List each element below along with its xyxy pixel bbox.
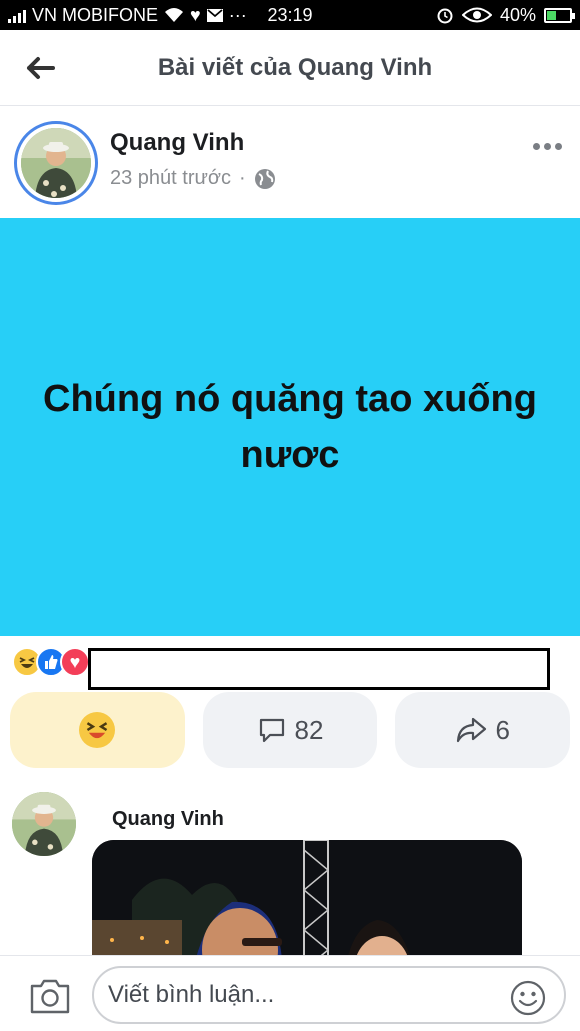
commenter-name[interactable]: Quang Vinh: [112, 808, 224, 831]
signal-icon: [8, 7, 26, 23]
globe-icon: [254, 168, 275, 189]
haha-reaction-button[interactable]: [10, 692, 185, 768]
camera-button[interactable]: [28, 976, 72, 1016]
more-dot: [533, 143, 540, 150]
post-timestamp[interactable]: 23 phút trước: [110, 167, 231, 190]
status-left: VN MOBIFONE ♥ ···: [8, 5, 247, 26]
eye-icon: [461, 7, 492, 23]
more-options-button[interactable]: [533, 143, 562, 150]
camera-icon: [30, 979, 70, 1014]
arrow-left-icon: [27, 57, 55, 79]
reaction-summary[interactable]: ♥: [12, 645, 90, 679]
post-author-name[interactable]: Quang Vinh: [110, 129, 244, 157]
author-avatar[interactable]: [14, 121, 98, 205]
more-dot: [555, 143, 562, 150]
post-text-card[interactable]: Chúng nó quăng tao xuống nươc: [0, 218, 580, 636]
mail-icon: [206, 8, 223, 22]
post-header: Quang Vinh 23 phút trước ·: [0, 107, 580, 217]
comment-input-placeholder: Viết bình luận...: [108, 981, 275, 1008]
battery-fill: [547, 10, 556, 20]
top-app-bar: Bài viết của Quang Vinh: [0, 30, 580, 106]
meta-separator: ·: [239, 167, 246, 189]
wifi-icon: [165, 8, 184, 22]
status-right: 40%: [436, 4, 575, 26]
heart-icon: ♥: [190, 4, 201, 25]
battery-icon: [544, 7, 575, 23]
more-notifications-icon: ···: [228, 4, 247, 25]
smiley-icon[interactable]: [510, 980, 546, 1016]
page-title: Bài viết của Quang Vinh: [157, 53, 433, 81]
comment-bubble-icon: [259, 718, 284, 743]
alarm-icon: [437, 8, 453, 24]
back-button[interactable]: [20, 48, 60, 88]
love-icon: ♥: [60, 647, 90, 677]
post-text: Chúng nó quăng tao xuống nươc: [43, 378, 537, 476]
comment-count: 82: [294, 714, 324, 745]
redaction-box: [88, 648, 550, 690]
commenter-avatar[interactable]: [12, 792, 76, 856]
avatar-photo: [21, 128, 91, 198]
share-button[interactable]: 6: [395, 692, 571, 768]
comment-input[interactable]: Viết bình luận...: [92, 966, 566, 1024]
carrier-label: VN MOBIFONE: [32, 4, 159, 25]
post-meta: 23 phút trước ·: [110, 167, 276, 190]
comment-button[interactable]: 82: [202, 692, 378, 768]
share-arrow-icon: [457, 717, 487, 743]
post-actions: 82 6: [10, 692, 571, 768]
more-dot: [544, 143, 551, 150]
haha-icon: [79, 712, 116, 748]
comment-composer: Viết bình luận...: [0, 955, 580, 1031]
status-bar: VN MOBIFONE ♥ ··· 23:19 40%: [0, 0, 580, 30]
battery-percent: 40%: [499, 4, 536, 25]
share-count: 6: [495, 714, 510, 745]
